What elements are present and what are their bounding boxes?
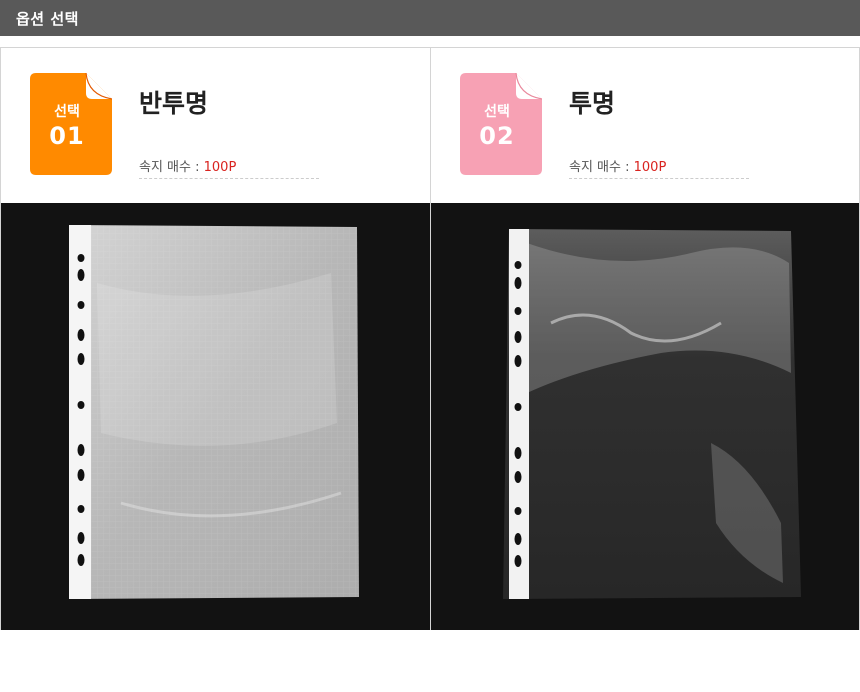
transparent-sleeve-photo <box>431 203 859 630</box>
option-info: 선택 01 반투명 속지 매수 : 100P <box>1 48 430 203</box>
option-card-1[interactable]: 선택 01 반투명 속지 매수 : 100P <box>0 47 431 630</box>
meta-value: 100P <box>633 160 667 175</box>
meta-label: 속지 매수 : <box>139 160 200 175</box>
sleeve-image-icon <box>69 225 359 599</box>
badge-label: 선택 <box>54 104 80 120</box>
sleeve-image-icon <box>503 229 801 599</box>
badge-label: 선택 <box>484 104 510 120</box>
option-name: 투명 <box>569 89 616 118</box>
option-meta: 속지 매수 : 100P <box>569 156 749 179</box>
option-info: 선택 02 투명 속지 매수 : 100P <box>431 48 859 203</box>
meta-value: 100P <box>203 160 237 175</box>
badge-number: 02 <box>479 122 515 150</box>
option-badge: 선택 02 <box>460 73 542 175</box>
meta-label: 속지 매수 : <box>569 160 630 175</box>
option-badge: 선택 01 <box>30 73 112 175</box>
section-header: 옵션 선택 <box>0 0 860 36</box>
option-name: 반투명 <box>139 89 209 118</box>
badge-number: 01 <box>49 122 85 150</box>
option-card-2[interactable]: 선택 02 투명 속지 매수 : 100P <box>430 47 860 630</box>
option-meta: 속지 매수 : 100P <box>139 156 319 179</box>
semi-transparent-sleeve-photo <box>1 203 430 630</box>
section-title: 옵션 선택 <box>16 10 79 28</box>
